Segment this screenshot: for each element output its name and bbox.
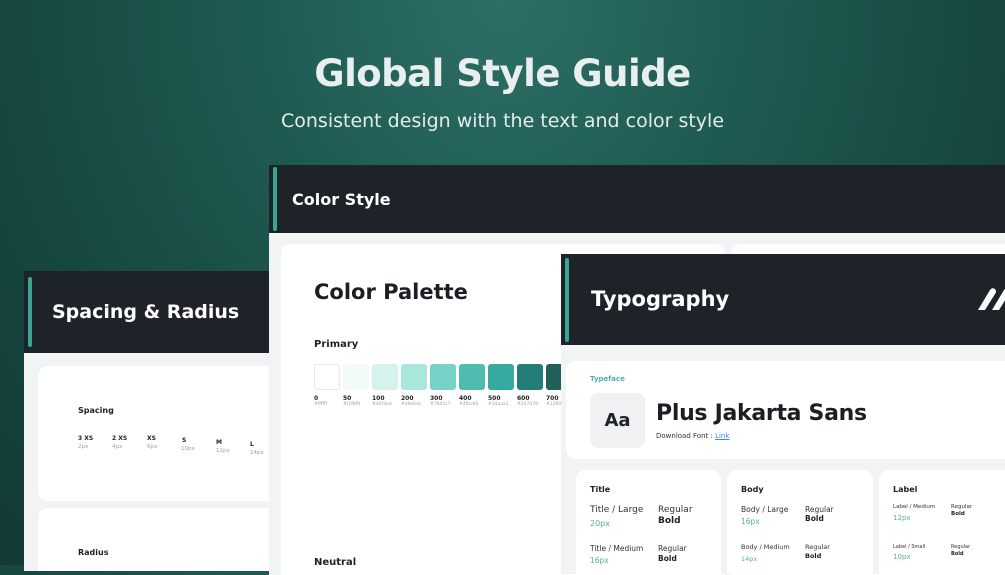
swatch-step: 700 <box>546 395 559 402</box>
color-swatch[interactable] <box>343 364 369 390</box>
style-name: Label / Small <box>893 544 926 550</box>
weight-bold: Bold <box>951 551 964 557</box>
download-font: Download Font : Link <box>656 432 729 440</box>
accent-bar <box>273 167 277 231</box>
weight-bold: Bold <box>805 514 824 523</box>
label-styles-panel: Label Label / Medium 12px Regular Bold L… <box>879 470 1005 574</box>
weight-regular: Regular <box>951 544 971 550</box>
style-name: Body / Medium <box>741 543 790 551</box>
card-title: Spacing & Radius <box>52 301 240 323</box>
spacing-token-value: 2px <box>78 444 89 450</box>
weight-regular: Regular <box>658 544 687 553</box>
swatch-step: 100 <box>372 395 385 402</box>
body-styles-panel: Body Body / Large 16px Regular Bold Body… <box>727 470 873 574</box>
card-title: Color Style <box>292 190 391 209</box>
spacing-token-name: 3 XS <box>78 435 94 442</box>
section-heading: Title <box>590 485 611 494</box>
weight-bold: Bold <box>658 554 677 563</box>
swatch-step: 600 <box>517 395 530 402</box>
swatch-hex: #a9e6dc <box>401 402 422 407</box>
accent-bar <box>28 277 32 347</box>
typeface-panel: Typeface Aa Plus Jakarta Sans Download F… <box>566 361 1005 459</box>
spacing-panel: Spacing 3 XS 2px 2 XS 4px XS 6px S 10px … <box>38 366 274 501</box>
color-swatch[interactable] <box>517 364 543 390</box>
section-heading: Body <box>741 485 764 494</box>
radius-label: Radius <box>78 548 109 557</box>
page-subtitle: Consistent design with the text and colo… <box>280 110 725 132</box>
weight-regular: Regular <box>805 505 834 514</box>
typeface-sample-box: Aa <box>590 393 645 448</box>
card-title: Typography <box>591 287 730 311</box>
spacing-token-name: XS <box>147 435 156 442</box>
page-title: Global Style Guide <box>314 52 691 95</box>
primary-label: Primary <box>314 339 359 350</box>
typography-card: Typography Typeface Aa Plus Jakarta Sans… <box>561 254 1005 574</box>
spacing-radius-card: Spacing & Radius Spacing 3 XS 2px 2 XS 4… <box>24 271 274 571</box>
accent-bar <box>565 258 569 342</box>
card-header: Color Style <box>269 165 1005 233</box>
download-prefix: Download Font : <box>656 432 716 440</box>
weight-regular: Regular <box>658 505 693 515</box>
spacing-token-value: 14px <box>250 450 264 456</box>
spacing-token-name: L <box>250 441 254 448</box>
weight-bold: Bold <box>951 511 965 517</box>
style-size: 10px <box>893 553 911 561</box>
radius-panel: Radius <box>38 508 274 571</box>
typeface-label: Typeface <box>590 375 625 383</box>
style-size: 16px <box>741 517 760 526</box>
palette-title: Color Palette <box>314 280 468 304</box>
card-header: Spacing & Radius <box>24 271 274 353</box>
style-size: 20px <box>590 519 610 528</box>
spacing-token-name: M <box>216 439 222 446</box>
color-swatch[interactable] <box>488 364 514 390</box>
style-name: Title / Large <box>590 505 644 515</box>
weight-regular: Regular <box>951 504 973 510</box>
spacing-token-value: 10px <box>181 446 195 452</box>
swatch-step: 50 <box>343 395 352 402</box>
swatch-step: 200 <box>401 395 414 402</box>
swatch-step: 300 <box>430 395 443 402</box>
style-size: 12px <box>893 514 911 522</box>
swatch-hex: #247d78 <box>517 402 538 407</box>
card-header: Typography <box>561 254 1005 345</box>
spacing-token-name: S <box>182 437 187 444</box>
color-swatch[interactable] <box>372 364 398 390</box>
spacing-label: Spacing <box>78 406 114 415</box>
swatch-step: 400 <box>459 395 472 402</box>
weight-bold: Bold <box>658 516 681 526</box>
style-name: Body / Large <box>741 505 789 514</box>
swatch-step: 500 <box>488 395 501 402</box>
font-name: Plus Jakarta Sans <box>656 401 867 426</box>
swatch-hex: #ffffff <box>314 402 328 407</box>
weight-bold: Bold <box>805 552 822 560</box>
swatch-hex: #4fbcb0 <box>459 402 479 407</box>
neutral-label: Neutral <box>314 557 357 568</box>
style-size: 16px <box>590 556 609 565</box>
spacing-token-value: 4px <box>112 444 123 450</box>
color-swatch[interactable] <box>459 364 485 390</box>
spacing-token-name: 2 XS <box>112 435 128 442</box>
swatch-step: 0 <box>314 395 319 402</box>
style-name: Label / Medium <box>893 504 936 510</box>
spacing-token-value: 12px <box>216 448 230 454</box>
typeface-sample-glyph: Aa <box>604 410 631 431</box>
style-size: 14px <box>741 555 758 563</box>
swatch-hex: #f2fbf9 <box>343 402 361 407</box>
section-heading: Label <box>893 485 918 494</box>
weight-regular: Regular <box>805 543 830 551</box>
swatch-hex: #34aaa1 <box>488 402 509 407</box>
color-swatch[interactable] <box>401 364 427 390</box>
swatch-hex: #76d1c7 <box>430 402 451 407</box>
title-styles-panel: Title Title / Large 20px Regular Bold Ti… <box>576 470 721 574</box>
style-name: Title / Medium <box>590 544 644 553</box>
swatch-hex: #d4f3ed <box>372 402 392 407</box>
spacing-token-value: 6px <box>147 444 158 450</box>
color-swatch[interactable] <box>430 364 456 390</box>
color-swatch[interactable] <box>314 364 340 390</box>
brand-logo-icon <box>978 288 1005 310</box>
download-link[interactable]: Link <box>715 432 729 440</box>
